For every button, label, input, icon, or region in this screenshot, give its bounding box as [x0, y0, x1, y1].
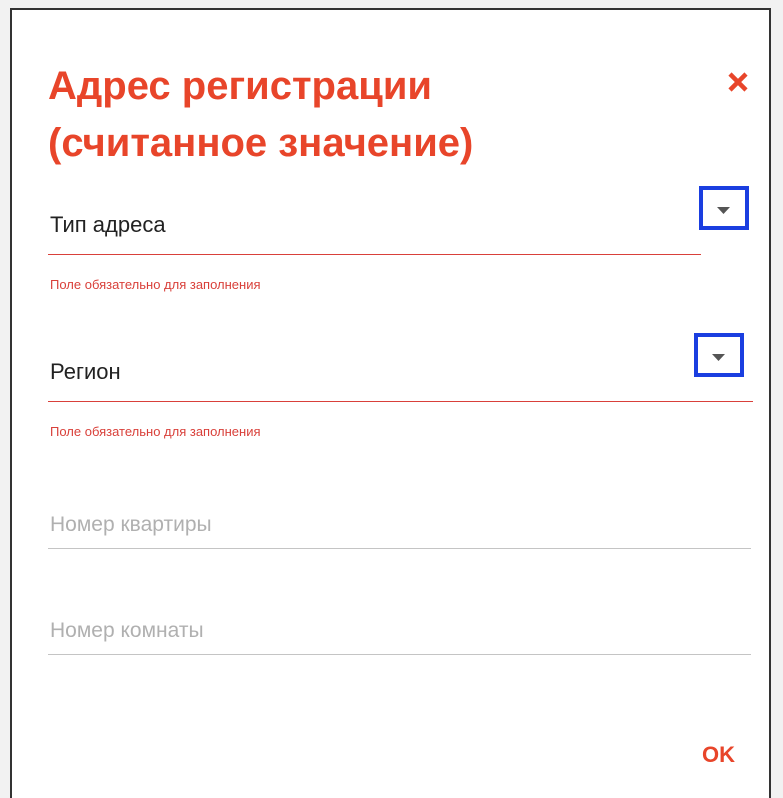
apartment-number-placeholder: Номер квартиры: [50, 513, 212, 536]
address-type-underline: [48, 254, 701, 255]
apartment-number-underline: [48, 548, 751, 549]
caret-down-icon: [717, 207, 730, 214]
room-number-underline: [48, 654, 751, 655]
ok-button[interactable]: OK: [696, 738, 741, 772]
region-value: Регион: [50, 359, 121, 384]
address-dialog: Адрес регистрации (считанное значение) Т…: [10, 8, 771, 798]
address-type-dropdown-button[interactable]: [699, 186, 749, 230]
region-underline: [48, 401, 753, 402]
address-type-error: Поле обязательно для заполнения: [50, 277, 261, 292]
dialog-title: Адрес регистрации (считанное значение): [48, 58, 648, 172]
apartment-number-field[interactable]: Номер квартиры: [48, 500, 751, 550]
region-dropdown-button[interactable]: [694, 333, 744, 377]
region-error: Поле обязательно для заполнения: [50, 424, 261, 439]
room-number-placeholder: Номер комнаты: [50, 619, 204, 642]
dialog-title-line1: Адрес регистрации: [48, 64, 433, 108]
region-field[interactable]: Регион Поле обязательно для заполнения: [48, 333, 753, 449]
dialog-title-line2: (считанное значение): [48, 121, 474, 165]
address-type-field[interactable]: Тип адреса Поле обязательно для заполнен…: [48, 186, 751, 302]
close-button[interactable]: [723, 68, 753, 98]
room-number-field[interactable]: Номер комнаты: [48, 606, 751, 656]
address-type-value: Тип адреса: [50, 212, 166, 237]
close-icon: [728, 71, 748, 92]
caret-down-icon: [712, 354, 725, 361]
